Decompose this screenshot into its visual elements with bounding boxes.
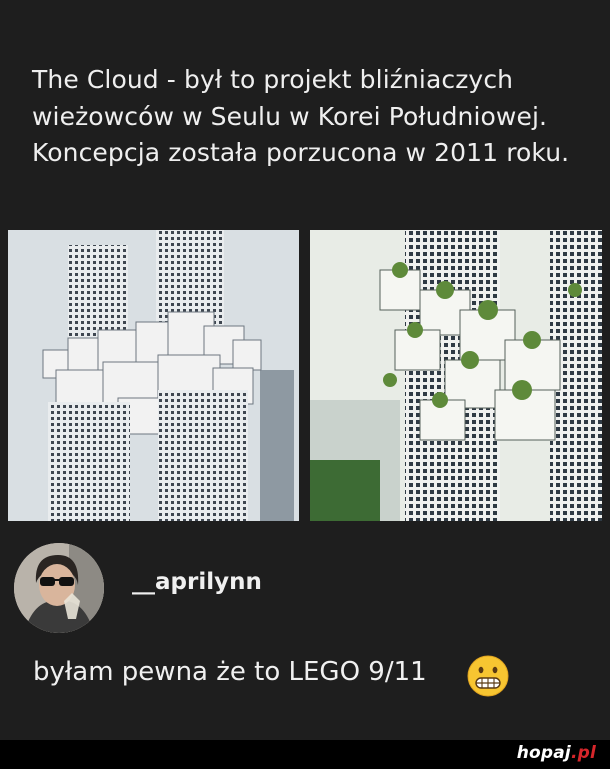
terrace-render-image: [310, 230, 602, 521]
site-logo[interactable]: hopaj.pl: [517, 743, 596, 763]
user-avatar-photo: [14, 543, 104, 633]
post-caption: The Cloud - był to projekt bliźniaczych …: [32, 65, 570, 167]
footer-bar: hopaj.pl: [0, 740, 610, 769]
the-cloud-towers-render-photo: [8, 230, 299, 521]
logo-main: hopaj: [516, 743, 571, 763]
tower-render-image: [8, 230, 299, 521]
comment-author: __aprilynn: [14, 543, 594, 633]
username[interactable]: __aprilynn: [132, 569, 262, 595]
grimacing-face-emoji-icon: [467, 655, 509, 697]
avatar[interactable]: [14, 543, 104, 633]
logo-suffix: .pl: [570, 743, 596, 763]
the-cloud-green-terraces-render-photo: [310, 230, 602, 521]
comment-text: byłam pewna że to LEGO 9/11: [33, 657, 427, 687]
meme-card: The Cloud - był to projekt bliźniaczych …: [0, 0, 610, 740]
